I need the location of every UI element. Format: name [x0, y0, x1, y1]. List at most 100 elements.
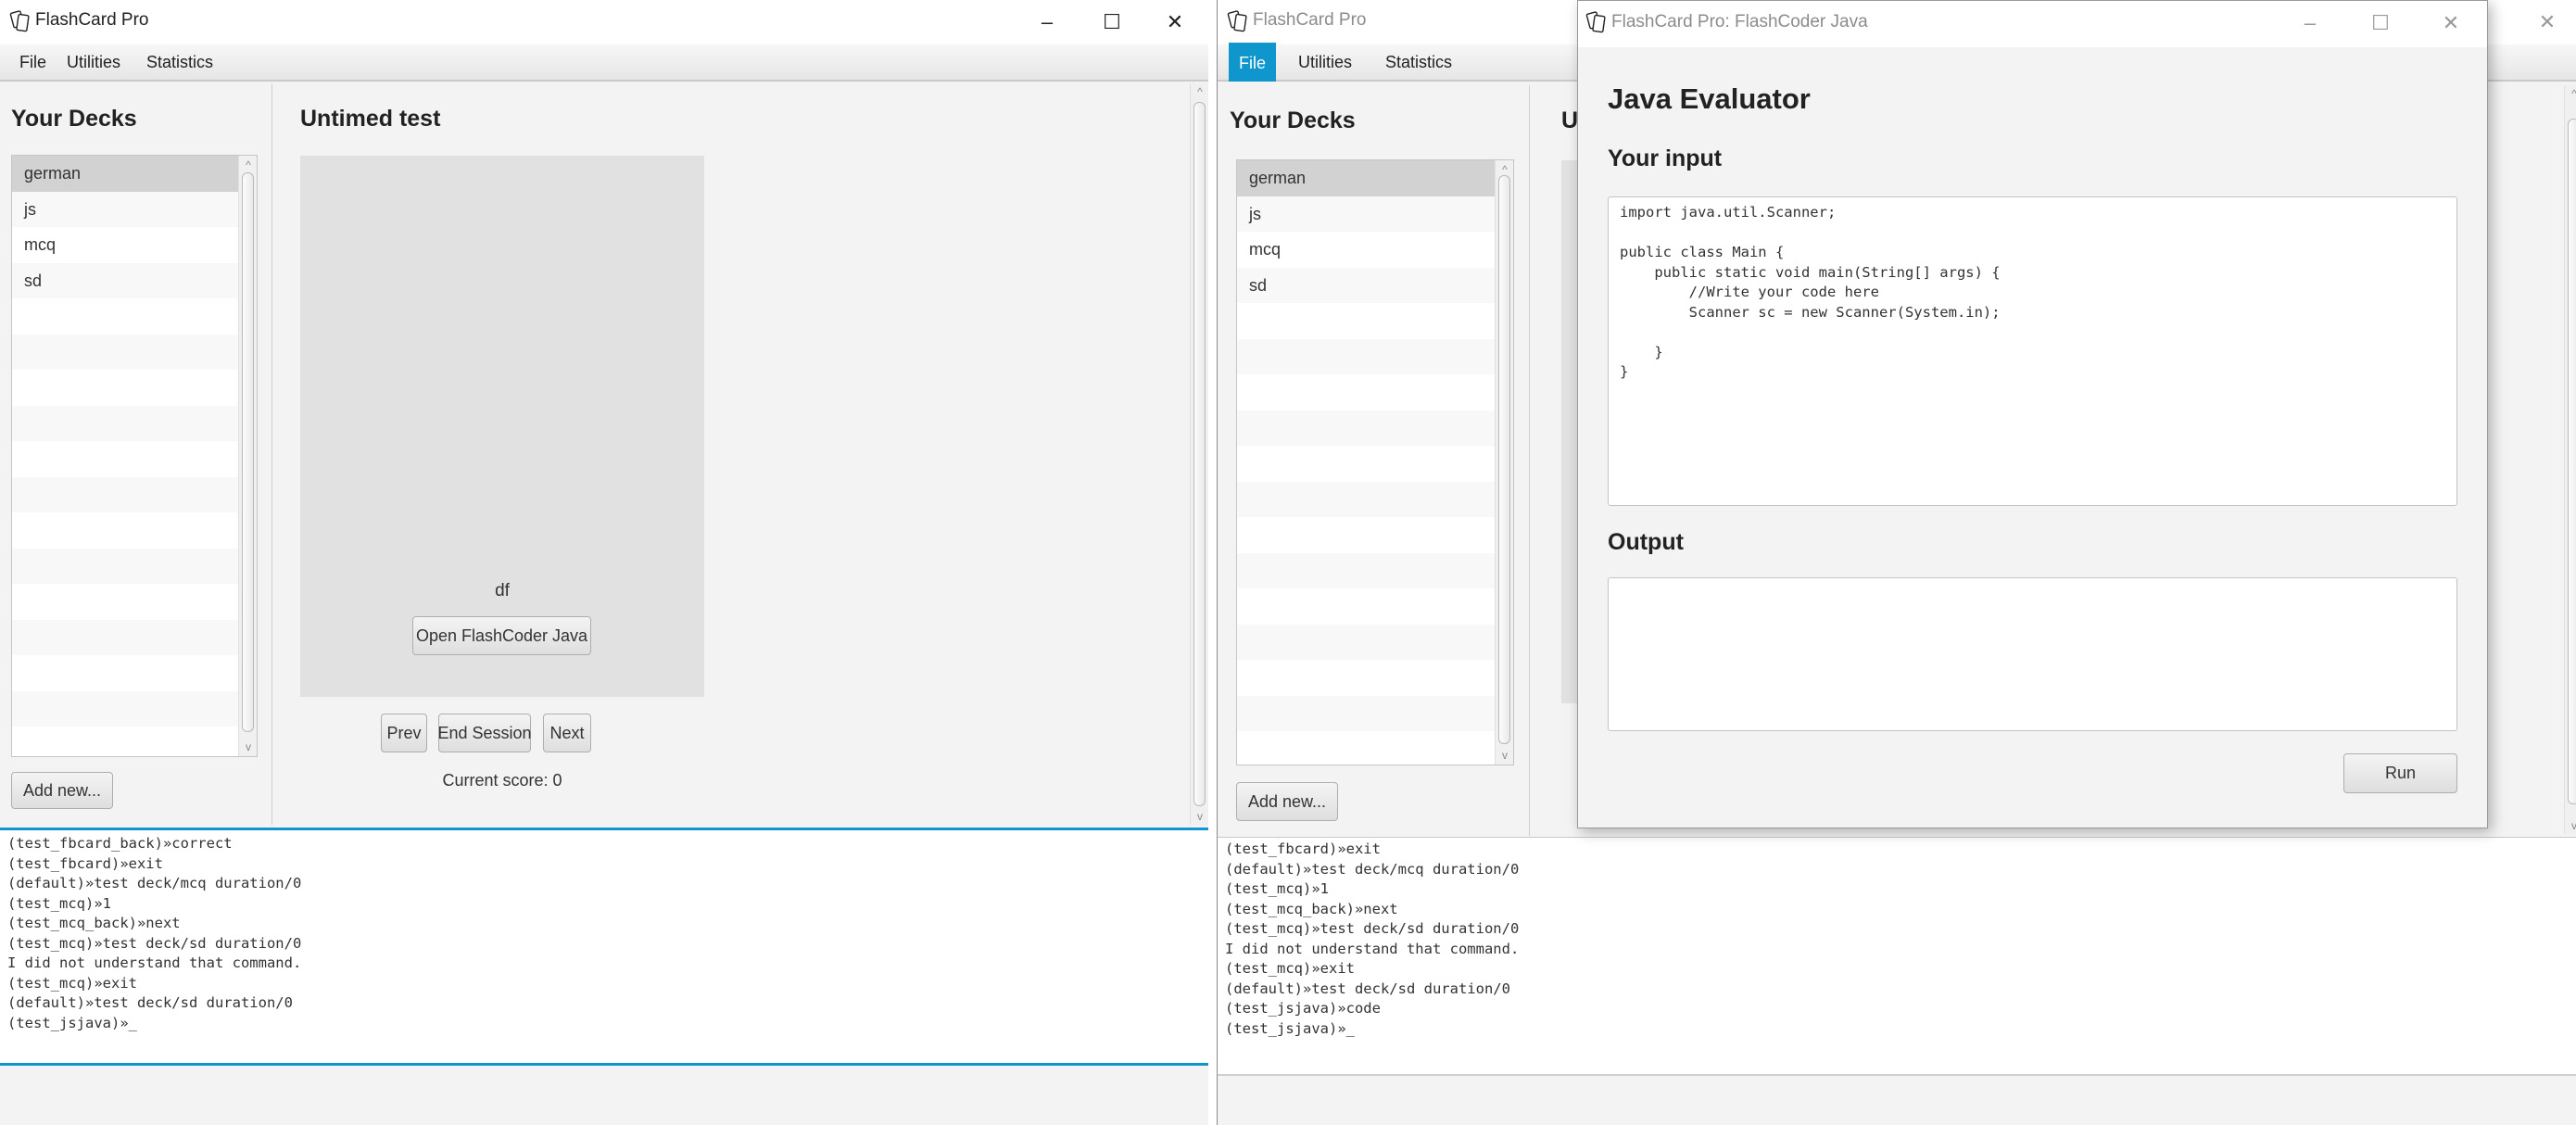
main-scrollbar[interactable]: ^ v	[1190, 83, 1208, 825]
empty-deck-row	[12, 584, 238, 620]
empty-deck-row	[12, 370, 238, 406]
console-line: (test_mcq)»exit	[1225, 960, 1355, 977]
flashcard-window-main: FlashCard Pro – ☐ ✕ File Utilities Stati…	[0, 0, 1208, 1125]
empty-deck-row	[1237, 624, 1495, 660]
cards-app-icon	[9, 10, 30, 32]
empty-deck-row	[12, 405, 238, 441]
deck-item[interactable]: sd	[1237, 267, 1495, 303]
output-area[interactable]	[1608, 577, 2457, 731]
menu-statistics[interactable]: Statistics	[136, 44, 223, 80]
scroll-up-icon[interactable]: ^	[239, 158, 257, 172]
deck-item[interactable]: js	[12, 191, 238, 227]
close-button[interactable]: ✕	[2423, 5, 2479, 42]
empty-deck-row	[12, 512, 238, 549]
empty-deck-row	[12, 441, 238, 477]
empty-deck-row	[1237, 410, 1495, 446]
prev-button[interactable]: Prev	[381, 714, 427, 752]
empty-deck-row	[1237, 588, 1495, 625]
menu-utilities[interactable]: Utilities	[1288, 44, 1362, 80]
cards-app-icon	[1585, 11, 1606, 33]
decks-heading: Your Decks	[11, 106, 137, 132]
console-line: (test_fbcard)»exit	[7, 854, 163, 872]
flashcard: df Open FlashCoder Java	[300, 156, 704, 697]
deck-item[interactable]: mcq	[12, 227, 238, 263]
window-title: FlashCard Pro	[35, 10, 149, 30]
deck-item[interactable]: js	[1237, 196, 1495, 232]
scroll-thumb[interactable]	[1193, 102, 1206, 806]
console-line: (test_mcq)»test deck/sd duration/0	[1225, 920, 1520, 937]
empty-deck-row	[12, 727, 238, 756]
current-score: Current score: 0	[442, 771, 562, 790]
console-line: (test_mcq)»exit	[7, 974, 137, 992]
deck-item[interactable]: sd	[12, 262, 238, 298]
main-scrollbar[interactable]: ^ v	[2564, 85, 2576, 834]
decks-panel: Your Decks german js mcq sd ^ v Add new...	[0, 83, 272, 825]
maximize-button[interactable]: ☐	[1084, 4, 1140, 41]
scroll-down-icon[interactable]: v	[239, 739, 257, 754]
menu-file[interactable]: File	[1229, 43, 1277, 82]
close-button[interactable]: ✕	[1147, 4, 1203, 41]
minimize-button[interactable]: –	[2282, 5, 2338, 42]
next-button[interactable]: Next	[543, 714, 591, 752]
decks-panel: Your Decks german js mcq sd ^ v Add new...	[1218, 85, 1530, 836]
console-line: (default)»test deck/sd duration/0	[7, 994, 293, 1011]
deck-rows: german js mcq sd	[1237, 160, 1495, 765]
empty-deck-row	[1237, 517, 1495, 553]
menu-utilities[interactable]: Utilities	[57, 44, 131, 80]
run-button[interactable]: Run	[2343, 753, 2457, 793]
open-flashcoder-button[interactable]: Open FlashCoder Java	[412, 616, 591, 655]
scroll-thumb[interactable]	[2568, 119, 2576, 804]
empty-deck-row	[1237, 338, 1495, 374]
deck-list-scrollbar[interactable]: ^ v	[1495, 160, 1513, 765]
cards-app-icon	[1227, 10, 1247, 32]
console-line: (test_jsjava)»_	[1225, 1019, 1355, 1037]
window-gap	[1208, 0, 1217, 1125]
dialog-heading: Java Evaluator	[1608, 82, 1811, 115]
deck-list-scrollbar[interactable]: ^ v	[238, 156, 257, 756]
title-bar: FlashCard Pro – ☐ ✕	[0, 0, 1208, 44]
command-console[interactable]: (test_fbcard)»exit (default)»test deck/mc…	[1218, 837, 2576, 1076]
dialog-title-bar: FlashCard Pro: FlashCoder Java – ☐ ✕	[1578, 1, 2487, 47]
scroll-thumb[interactable]	[242, 172, 254, 732]
console-line: I did not understand that command.	[1225, 940, 1520, 957]
console-line: (default)»test deck/mcq duration/0	[7, 875, 302, 891]
empty-deck-row	[1237, 446, 1495, 482]
menu-file[interactable]: File	[9, 44, 57, 80]
scroll-up-icon[interactable]: ^	[2565, 87, 2576, 100]
console-line: (test_jsjava)»_	[7, 1014, 137, 1031]
deck-item[interactable]: mcq	[1237, 232, 1495, 268]
code-input[interactable]: import java.util.Scanner; public class M…	[1608, 196, 2457, 506]
minimize-button[interactable]: –	[1019, 4, 1075, 41]
scroll-down-icon[interactable]: v	[1496, 748, 1513, 763]
end-session-button[interactable]: End Session	[437, 714, 532, 752]
scroll-down-icon[interactable]: v	[2565, 819, 2576, 832]
add-new-deck-button[interactable]: Add new...	[1236, 782, 1339, 821]
close-button[interactable]: ✕	[2519, 4, 2575, 41]
deck-list[interactable]: german js mcq sd ^ v	[11, 155, 258, 757]
menu-bar: File Utilities Statistics	[0, 44, 1208, 82]
empty-deck-row	[1237, 374, 1495, 411]
deck-item[interactable]: german	[1237, 160, 1495, 196]
empty-deck-row	[12, 476, 238, 512]
scroll-down-icon[interactable]: v	[1191, 810, 1208, 823]
console-line: (test_jsjava)»code	[1225, 1000, 1381, 1017]
scroll-thumb[interactable]	[1498, 175, 1510, 744]
empty-deck-row	[1237, 695, 1495, 731]
dialog-title: FlashCard Pro: FlashCoder Java	[1611, 12, 1868, 32]
menu-statistics[interactable]: Statistics	[1375, 44, 1462, 80]
test-panel: Untimed test df Open FlashCoder Java Pre…	[273, 83, 1208, 825]
scroll-up-icon[interactable]: ^	[1191, 85, 1208, 98]
deck-item[interactable]: german	[12, 156, 238, 192]
add-new-deck-button[interactable]: Add new...	[11, 772, 114, 809]
card-text: df	[495, 581, 510, 600]
empty-deck-row	[1237, 481, 1495, 517]
maximize-button[interactable]: ☐	[2353, 5, 2408, 42]
console-line: (test_fbcard)»exit	[1225, 841, 1381, 857]
command-console[interactable]: (test_fbcard_back)»correct (test_fbcard)»…	[0, 828, 1208, 1066]
empty-deck-row	[12, 690, 238, 727]
console-line: (test_mcq)»test deck/sd duration/0	[7, 934, 302, 952]
deck-list[interactable]: german js mcq sd ^ v	[1236, 159, 1514, 765]
empty-deck-row	[1237, 303, 1495, 339]
empty-deck-row	[1237, 731, 1495, 765]
test-heading: Untimed test	[300, 106, 441, 132]
